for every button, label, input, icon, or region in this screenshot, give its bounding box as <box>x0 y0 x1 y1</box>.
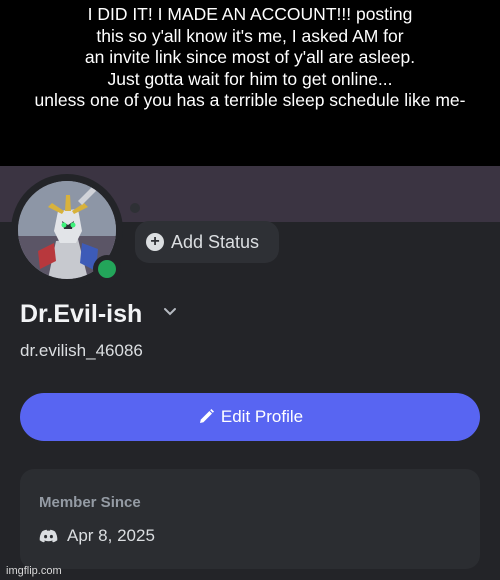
username: dr.evilish_46086 <box>20 341 143 360</box>
caption-line: this so y'all know it's me, I asked AM f… <box>96 25 404 46</box>
imgflip-watermark: imgflip.com <box>6 565 62 577</box>
pencil-icon <box>199 409 214 423</box>
display-name: Dr.Evil-ish <box>20 300 143 328</box>
discord-logo-icon <box>39 529 58 543</box>
thought-bubble-dot <box>130 203 140 213</box>
caption-line: I DID IT! I MADE AN ACCOUNT!!! posting <box>87 4 413 24</box>
add-status-button[interactable]: + Add Status <box>135 221 279 263</box>
edit-profile-button[interactable]: Edit Profile <box>20 393 480 441</box>
chevron-down-icon[interactable] <box>163 307 177 317</box>
plus-circle-icon: + <box>146 233 164 251</box>
meme-caption: I DID IT! I MADE AN ACCOUNT!!! posting t… <box>0 0 500 166</box>
caption-line: an invite link since most of y'all are a… <box>84 47 416 67</box>
caption-line: Just gotta wait for him to get online... <box>107 68 393 89</box>
caption-line: unless one of you has a terrible sleep s… <box>34 90 466 110</box>
member-since-card: Member Since Apr 8, 2025 <box>20 469 480 569</box>
member-since-date: Apr 8, 2025 <box>67 526 155 545</box>
member-since-title: Member Since <box>39 494 141 511</box>
online-status-indicator <box>98 260 116 278</box>
member-since-row: Apr 8, 2025 <box>39 526 155 546</box>
profile-panel: + Add Status Dr.Evil-ish dr.evilish_4608… <box>0 166 500 580</box>
add-status-label: Add Status <box>171 231 260 252</box>
edit-profile-label: Edit Profile <box>220 407 304 426</box>
